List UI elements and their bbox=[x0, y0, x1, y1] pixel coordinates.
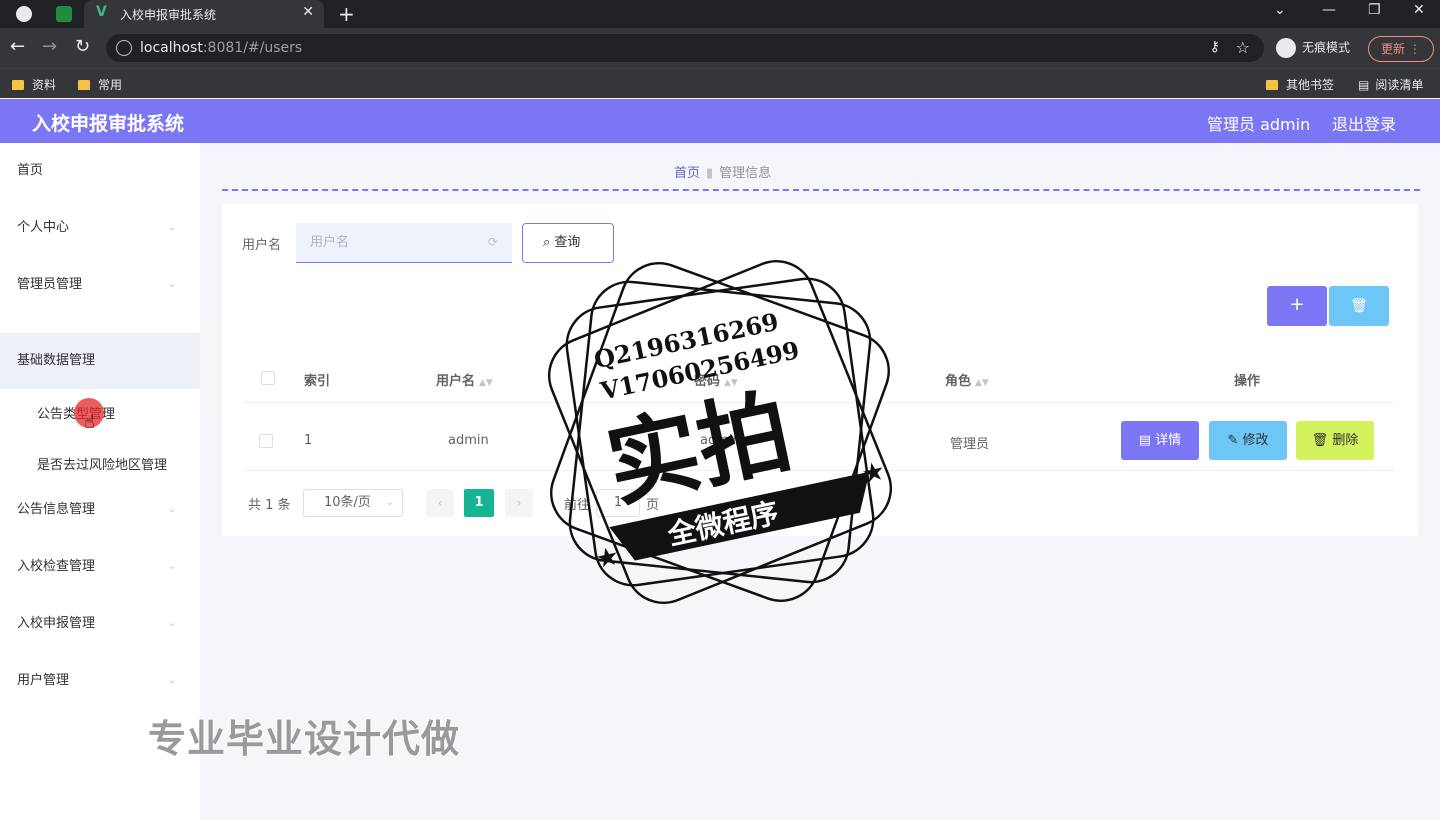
column-header-index: 索引 bbox=[304, 374, 331, 389]
bookmark-folder[interactable]: 资料 bbox=[12, 76, 56, 93]
sidebar-item-base-data[interactable]: 基础数据管理 bbox=[0, 333, 200, 389]
bookmarks-bar: 资料 常用 其他书签 ▤ 阅读清单 bbox=[0, 68, 1440, 98]
stamp-watermark: Q2196316269 V17060256499 实拍 全微程序 ★ ★ bbox=[547, 259, 893, 605]
logout-link[interactable]: 退出登录 bbox=[1332, 111, 1396, 135]
batch-delete-button[interactable]: 🗑 bbox=[1329, 286, 1389, 326]
current-user: 管理员 admin bbox=[1207, 115, 1311, 134]
sheet-tab-icon[interactable] bbox=[56, 6, 72, 22]
chevron-down-icon: ⌄ bbox=[167, 222, 176, 233]
page-size-select[interactable]: 10条/页 ⌄ bbox=[303, 489, 403, 517]
browser-tab-active[interactable]: V 入校申报审批系统 ✕ bbox=[84, 0, 324, 28]
divider bbox=[222, 189, 1420, 191]
incognito-indicator[interactable]: 无痕模式 bbox=[1276, 38, 1350, 58]
delete-button[interactable]: 🗑 删除 bbox=[1296, 421, 1374, 460]
folder-icon bbox=[12, 80, 24, 90]
incognito-icon bbox=[1276, 38, 1296, 58]
row-checkbox[interactable] bbox=[259, 434, 273, 448]
chevron-down-icon: ⌄ bbox=[167, 504, 176, 515]
column-header-actions: 操作 bbox=[1234, 374, 1261, 389]
bookmark-star-icon[interactable]: ☆ bbox=[1236, 38, 1250, 57]
reading-list[interactable]: ▤ 阅读清单 bbox=[1358, 76, 1423, 93]
tab-close-icon[interactable]: ✕ bbox=[302, 4, 314, 20]
forward-icon[interactable]: → bbox=[42, 36, 57, 57]
sidebar-item-admins[interactable]: 管理员管理 ⌄ bbox=[0, 257, 200, 313]
sidebar-item-entry-apply[interactable]: 入校申报管理 ⌄ bbox=[0, 596, 200, 652]
reload-icon[interactable]: ↻ bbox=[75, 36, 90, 57]
breadcrumb-current: 管理信息 bbox=[719, 166, 772, 181]
tab-title: 入校申报审批系统 bbox=[120, 8, 217, 22]
select-all-checkbox[interactable] bbox=[261, 371, 275, 385]
detail-button[interactable]: ▤ 详情 bbox=[1121, 421, 1199, 460]
vue-logo-icon: V bbox=[96, 4, 107, 20]
edit-icon: ✎ bbox=[1227, 433, 1243, 448]
chevron-down-icon: ⌄ bbox=[385, 497, 394, 508]
browser-address-bar: ← → ↻ localhost:8081/#/users ⚷ ☆ 无痕模式 更新… bbox=[0, 28, 1440, 68]
key-icon[interactable]: ⚷ bbox=[1210, 39, 1220, 55]
star-icon: ★ bbox=[593, 541, 622, 575]
cell-username: admin bbox=[448, 433, 489, 448]
maximize-icon[interactable]: ❐ bbox=[1368, 2, 1381, 18]
browser-tab-bar: V 入校申报审批系统 ✕ + ⌄ — ❐ ✕ bbox=[0, 0, 1440, 28]
hand-cursor-icon: ☝ bbox=[84, 412, 95, 433]
url-text: localhost:8081/#/users bbox=[140, 40, 303, 56]
breadcrumb-home[interactable]: 首页 bbox=[674, 166, 700, 181]
close-window-icon[interactable]: ✕ bbox=[1413, 2, 1425, 18]
cell-index: 1 bbox=[304, 433, 313, 448]
sidebar-item-notices[interactable]: 公告信息管理 ⌄ bbox=[0, 482, 200, 538]
new-tab-icon[interactable]: + bbox=[338, 2, 355, 26]
clear-icon[interactable]: ⟳ bbox=[488, 235, 498, 249]
sidebar-item-home[interactable]: 首页 bbox=[0, 143, 200, 199]
chevron-down-icon: ⌄ bbox=[167, 279, 176, 290]
tab-search-icon[interactable]: ⌄ bbox=[1274, 2, 1286, 18]
back-icon[interactable]: ← bbox=[10, 36, 25, 57]
bookmark-folder[interactable]: 常用 bbox=[78, 76, 122, 93]
sidebar-item-users[interactable]: 用户管理 ⌄ bbox=[0, 653, 200, 709]
column-header-username[interactable]: 用户名 ▲▼ bbox=[436, 370, 493, 389]
trash-icon: 🗑 bbox=[1311, 433, 1333, 448]
page-number-current[interactable]: 1 bbox=[464, 489, 494, 517]
cell-role: 管理员 bbox=[950, 437, 990, 452]
column-header-role[interactable]: 角色 ▲▼ bbox=[945, 370, 989, 389]
breadcrumb: 首页 ▮ 管理信息 bbox=[674, 162, 771, 181]
watermark-text: 专业毕业设计代做 bbox=[148, 717, 461, 761]
document-icon: ▤ bbox=[1138, 433, 1156, 448]
folder-icon bbox=[78, 80, 90, 90]
prev-page-icon[interactable]: ‹ bbox=[426, 489, 454, 517]
pagination-total: 共 1 条 bbox=[248, 498, 291, 513]
minimize-icon[interactable]: — bbox=[1322, 2, 1336, 18]
chevron-down-icon: ⌄ bbox=[167, 561, 176, 572]
chevron-down-icon: ⌄ bbox=[167, 618, 176, 629]
reading-list-icon: ▤ bbox=[1358, 78, 1370, 92]
app-header: 入校申报审批系统 管理员 admin 退出登录 bbox=[0, 99, 1440, 143]
update-button[interactable]: 更新 ⋮ bbox=[1368, 36, 1434, 62]
url-field[interactable]: localhost:8081/#/users ⚷ ☆ bbox=[106, 34, 1264, 62]
folder-icon bbox=[1266, 80, 1278, 90]
sort-icon[interactable]: ▲▼ bbox=[479, 378, 493, 388]
globe-icon[interactable] bbox=[16, 6, 32, 22]
username-filter-label: 用户名 bbox=[242, 238, 282, 253]
edit-button[interactable]: ✎ 修改 bbox=[1209, 421, 1287, 460]
site-info-icon[interactable] bbox=[116, 40, 132, 56]
bookmark-folder[interactable]: 其他书签 bbox=[1266, 76, 1334, 93]
username-search-input[interactable] bbox=[296, 223, 512, 263]
app-title: 入校申报审批系统 bbox=[32, 113, 185, 135]
breadcrumb-separator-icon: ▮ bbox=[706, 166, 714, 181]
add-button[interactable]: + bbox=[1267, 286, 1327, 326]
chevron-down-icon: ⌄ bbox=[167, 675, 176, 686]
sidebar-item-entry-check[interactable]: 入校检查管理 ⌄ bbox=[0, 539, 200, 595]
sidebar-item-profile[interactable]: 个人中心 ⌄ bbox=[0, 200, 200, 256]
sort-icon[interactable]: ▲▼ bbox=[975, 378, 989, 388]
